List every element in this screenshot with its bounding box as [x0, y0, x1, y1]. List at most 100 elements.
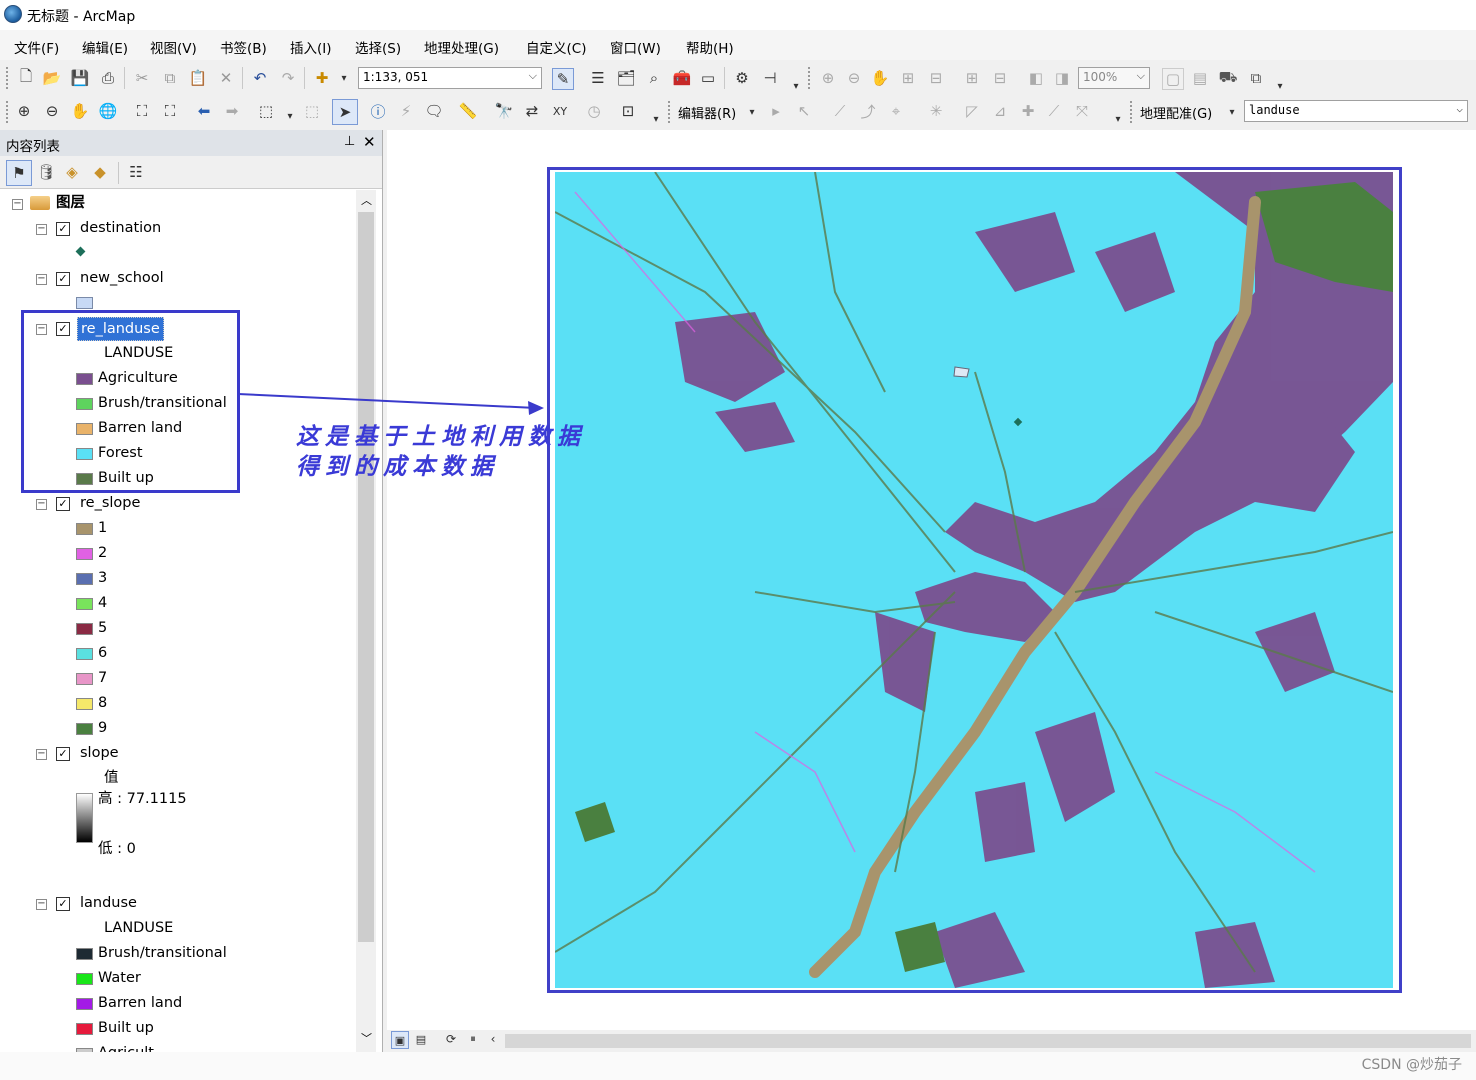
editor-toolbar-icon[interactable]: ✎ — [552, 68, 574, 90]
scroll-up-icon[interactable]: ︿ — [361, 192, 372, 208]
legend-swatch[interactable] — [76, 698, 93, 710]
delete-icon[interactable]: ✕ — [216, 68, 236, 88]
go-to-xy-icon[interactable]: XY — [550, 101, 570, 121]
html-popup-icon[interactable]: 🗨 — [424, 101, 444, 121]
zoom-out-icon[interactable]: ⊖ — [42, 101, 62, 121]
select-features-icon[interactable]: ⬚ — [256, 101, 276, 121]
layout-zoom-in-icon[interactable]: ⊕ — [818, 68, 838, 88]
edit-tool-icon[interactable]: ▸ — [766, 101, 786, 121]
chevron-down-icon[interactable]: ⌵ — [529, 69, 537, 83]
legend-swatch[interactable] — [76, 623, 93, 635]
toolbar-grip[interactable] — [6, 101, 11, 123]
legend-swatch[interactable] — [76, 648, 93, 660]
go-forward-icon[interactable]: ➡ — [222, 101, 242, 121]
list-by-visibility-icon[interactable]: ◈ — [62, 162, 82, 182]
new-document-icon[interactable]: 🗋 — [16, 67, 36, 88]
refresh-icon[interactable]: ⟳ — [443, 1031, 459, 1047]
print-icon[interactable]: ⎙ — [98, 68, 118, 88]
list-by-source-icon[interactable]: 🛢 — [36, 162, 56, 182]
save-icon[interactable]: 💾 — [70, 68, 90, 88]
layer-visibility-checkbox[interactable]: ✓ — [56, 897, 70, 911]
layer-visibility-checkbox[interactable]: ✓ — [56, 747, 70, 761]
layer-visibility-checkbox[interactable]: ✓ — [56, 272, 70, 286]
scroll-left-icon[interactable]: ‹ — [485, 1031, 501, 1047]
menu-file[interactable]: 文件(F) — [14, 37, 59, 57]
pause-drawing-icon[interactable]: ⏸ — [465, 1031, 481, 1047]
legend-swatch[interactable] — [76, 948, 93, 960]
find-icon[interactable]: 🔭 — [494, 101, 514, 121]
cut-polygon-icon[interactable]: ✚ — [1018, 101, 1038, 121]
chevron-down-icon[interactable]: ⌵ — [1456, 102, 1463, 115]
polygon-symbol-swatch[interactable] — [76, 297, 93, 309]
collapse-icon[interactable]: − — [12, 199, 23, 210]
toggle-draft-mode-icon[interactable]: ▢ — [1162, 68, 1184, 90]
chevron-down-icon[interactable]: ⌵ — [1137, 69, 1145, 83]
arctoolbox-icon[interactable]: 🧰 — [672, 68, 692, 88]
zoom-in-icon[interactable]: ⊕ — [14, 101, 34, 121]
fixed-zoom-in-icon[interactable]: ⛶ — [132, 101, 152, 121]
fixed-zoom-out-icon[interactable]: ⛶ — [160, 101, 180, 121]
scroll-down-icon[interactable]: ﹀ — [361, 1030, 372, 1046]
point-icon[interactable]: ✳ — [926, 101, 946, 121]
menu-selection[interactable]: 选择(S) — [355, 37, 401, 57]
layer-visibility-checkbox[interactable]: ✓ — [56, 222, 70, 236]
legend-swatch[interactable] — [76, 523, 93, 535]
scrollbar-thumb[interactable] — [358, 212, 374, 942]
toolbar-overflow-icon[interactable]: ▾ — [1270, 76, 1290, 96]
data-view-icon[interactable]: ▣ — [391, 1031, 409, 1049]
data-frame-label[interactable]: 图层 — [56, 192, 85, 214]
legend-swatch[interactable] — [76, 1023, 93, 1035]
hyperlink-icon[interactable]: ⚡ — [396, 101, 416, 121]
legend-swatch[interactable] — [76, 548, 93, 560]
forward-extent-icon[interactable]: ◨ — [1052, 68, 1072, 88]
list-by-selection-icon[interactable]: ◆ — [90, 162, 110, 182]
toolbar-grip[interactable] — [1130, 101, 1135, 123]
trace-icon[interactable]: ⌖ — [886, 101, 906, 121]
layer-visibility-checkbox[interactable]: ✓ — [56, 497, 70, 511]
editor-menu[interactable]: 编辑器(R) — [678, 103, 736, 122]
toolbar-grip[interactable] — [668, 101, 673, 123]
split-icon[interactable]: ⟋ — [1044, 101, 1064, 121]
focus-data-frame-icon[interactable]: ▤ — [1190, 68, 1210, 88]
straight-segment-icon[interactable]: ⟋ — [830, 101, 850, 121]
edit-annotation-icon[interactable]: ↖ — [794, 101, 814, 121]
editor-dropdown-icon[interactable]: ▾ — [742, 102, 762, 122]
select-elements-icon[interactable]: ➤ — [332, 99, 358, 125]
time-slider-icon[interactable]: ◷ — [584, 101, 604, 121]
zoom-whole-page-icon[interactable]: ⊞ — [898, 68, 918, 88]
collapse-icon[interactable]: − — [36, 899, 47, 910]
new-school-polygon[interactable] — [953, 366, 970, 378]
end-point-arc-icon[interactable]: ⤴ — [858, 101, 878, 121]
legend-swatch[interactable] — [76, 998, 93, 1010]
change-layout-icon[interactable]: ⛟ — [1218, 68, 1238, 88]
back-extent-icon[interactable]: ◧ — [1026, 68, 1046, 88]
collapse-icon[interactable]: − — [36, 499, 47, 510]
menu-help[interactable]: 帮助(H) — [686, 37, 734, 57]
collapse-icon[interactable]: − — [36, 224, 47, 235]
undo-icon[interactable]: ↶ — [250, 68, 270, 88]
modelbuilder-icon[interactable]: ⚙ — [732, 68, 752, 88]
copy-icon[interactable]: ⧉ — [160, 68, 180, 88]
map-scale-combo[interactable]: 1:133, 051 ⌵ — [358, 67, 542, 89]
python-window-icon[interactable]: ▭ — [698, 68, 718, 88]
horizontal-scrollbar[interactable] — [505, 1034, 1471, 1048]
open-icon[interactable]: 📂 — [42, 68, 62, 88]
close-icon[interactable]: ✕ — [363, 133, 376, 151]
data-driven-pages-icon[interactable]: ⧉ — [1246, 68, 1266, 88]
options-icon[interactable]: ☷ — [126, 162, 146, 182]
go-back-icon[interactable]: ⬅ — [194, 101, 214, 121]
legend-swatch[interactable] — [76, 973, 93, 985]
legend-swatch[interactable] — [76, 598, 93, 610]
menu-view[interactable]: 视图(V) — [150, 37, 197, 57]
georeferencing-dropdown-icon[interactable]: ▾ — [1222, 102, 1242, 122]
toolbar-overflow-icon[interactable]: ▾ — [1108, 109, 1128, 129]
destination-point[interactable] — [1013, 417, 1023, 427]
fixed-zoom-in-icon[interactable]: ⊞ — [962, 68, 982, 88]
point-symbol-icon[interactable] — [75, 246, 86, 257]
catalog-icon[interactable]: 🗂 — [616, 68, 636, 88]
layout-pan-icon[interactable]: ✋ — [870, 68, 890, 88]
geoprocessing-tool-icon[interactable]: ⊣ — [760, 68, 780, 88]
cut-icon[interactable]: ✂ — [132, 68, 152, 88]
legend-swatch[interactable] — [76, 723, 93, 735]
menu-edit[interactable]: 编辑(E) — [82, 37, 128, 57]
